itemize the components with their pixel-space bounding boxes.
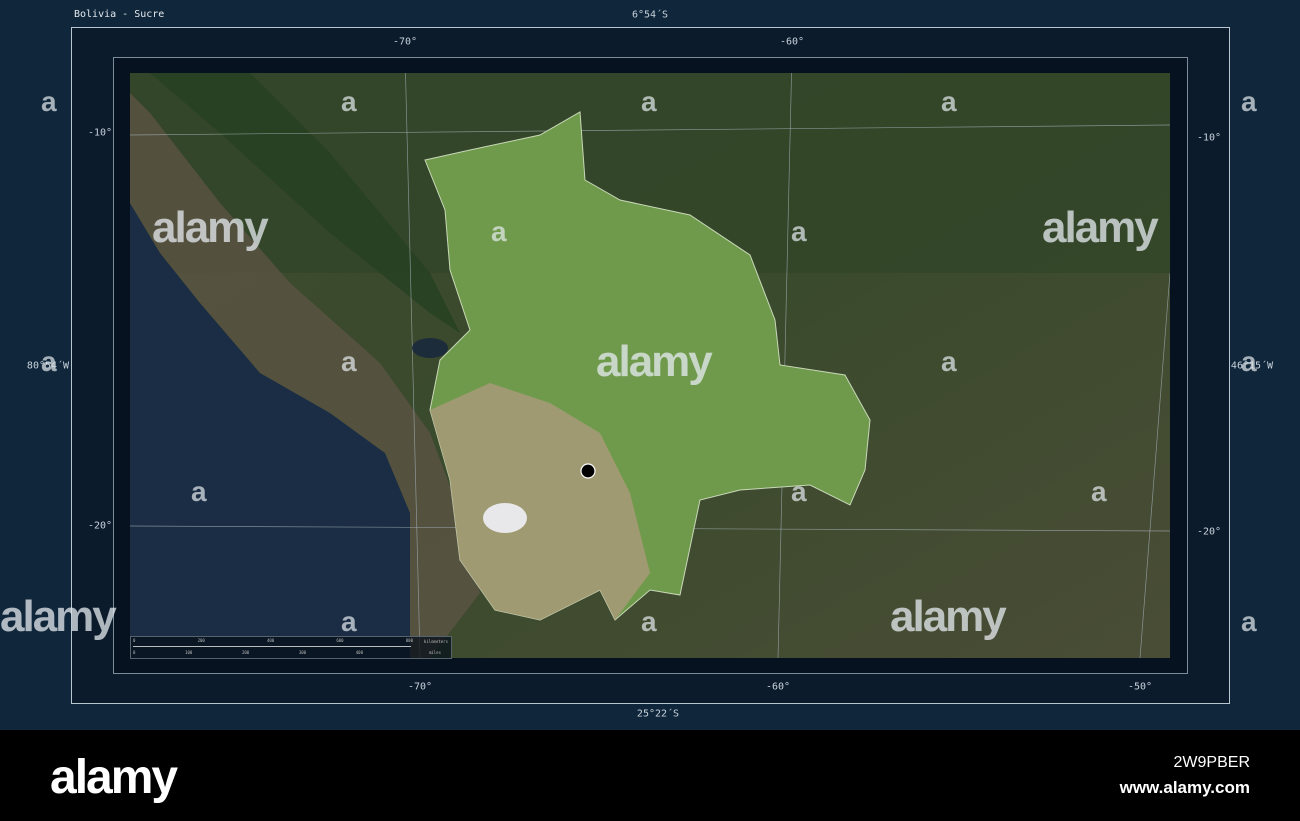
salar-de-uyuni (483, 503, 527, 533)
watermark: a (491, 216, 507, 247)
scale-unit-km: kilometers (423, 639, 448, 644)
extent-bottom: 25°22´S (636, 708, 680, 720)
watermark: a (641, 86, 657, 117)
lake-titicaca (412, 338, 448, 358)
watermark: a (341, 86, 357, 117)
extent-top: 6°54´S (631, 9, 669, 21)
watermark: a (791, 216, 807, 247)
watermark: a (641, 606, 657, 637)
lon-label: -50° (1127, 681, 1153, 693)
scale-tick: 0 (133, 650, 136, 655)
lat-label: -20° (1196, 526, 1222, 538)
site-url[interactable]: www.alamy.com (1120, 778, 1250, 798)
alamy-logo: alamy (50, 751, 178, 804)
watermark: a (791, 476, 807, 507)
watermark: a (191, 476, 207, 507)
watermark: a (941, 86, 957, 117)
lat-label: -20° (87, 520, 113, 532)
watermark: a (1241, 346, 1257, 377)
lon-label: -70° (392, 36, 418, 48)
watermark: alamy (0, 592, 117, 641)
scale-tick: 600 (336, 638, 344, 643)
watermark: a (341, 606, 357, 637)
scale-tick: 200 (197, 638, 205, 643)
lat-label: -10° (1196, 132, 1222, 144)
scale-bar: 0 200 400 600 800 0 100 200 300 400 kilometers m… (130, 636, 452, 659)
watermark: a (41, 86, 57, 117)
watermark: alamy (890, 592, 1007, 641)
lon-label: -60° (765, 681, 791, 693)
map-title: Bolivia - Sucre (74, 9, 165, 20)
footer-bar: alamy 2W9PBER www.alamy.com (0, 730, 1300, 821)
watermark: alamy (596, 337, 713, 386)
watermark: a (341, 346, 357, 377)
watermark: a (1241, 86, 1257, 117)
scale-tick: 800 (405, 638, 413, 643)
image-id: 2W9PBER (1173, 754, 1250, 771)
scale-tick: 400 (355, 650, 363, 655)
watermark: alamy (152, 203, 269, 252)
scale-tick: 200 (241, 650, 250, 655)
map-panel: Bolivia - Sucre 6°54´S 25°22´S 80°54´W 4… (0, 0, 1300, 730)
watermark: a (41, 346, 57, 377)
watermark: a (1241, 606, 1257, 637)
watermark: a (941, 346, 957, 377)
scale-tick: 400 (266, 638, 275, 643)
watermark: a (1091, 476, 1107, 507)
lon-label: -70° (407, 681, 433, 693)
scale-tick: 100 (185, 650, 193, 655)
scale-tick: 0 (133, 638, 136, 643)
sucre-marker[interactable] (580, 463, 596, 479)
watermark: alamy (1042, 203, 1159, 252)
lat-label: -10° (87, 127, 113, 139)
scale-tick: 300 (298, 650, 307, 655)
lon-label: -60° (779, 36, 805, 48)
scale-unit-mi: miles (428, 650, 441, 655)
